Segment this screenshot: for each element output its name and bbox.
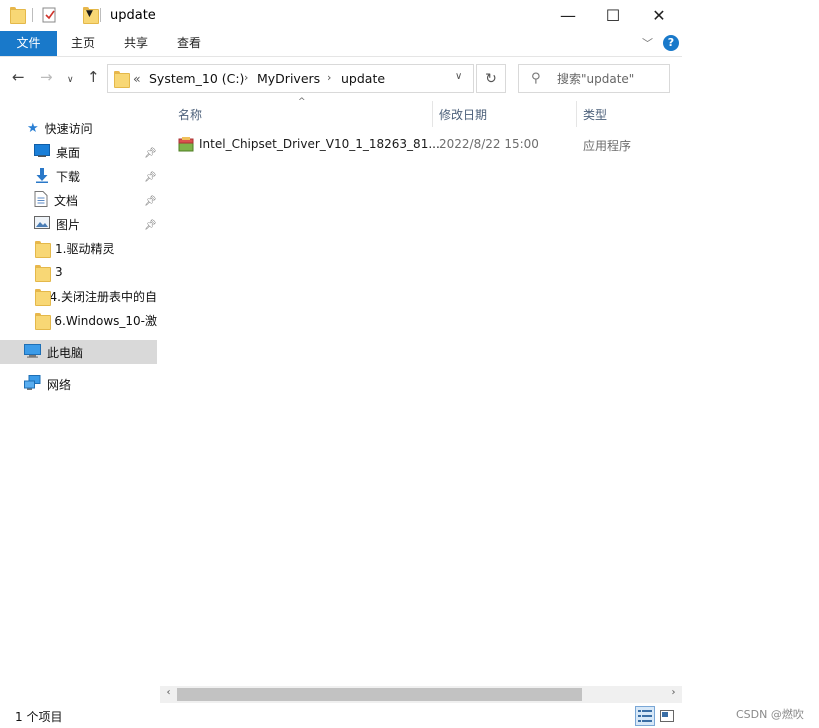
navigation-bar: ← → ∨ ↑ « System_10 (C:) › MyDrivers › u…	[0, 57, 682, 99]
up-arrow-icon[interactable]: ↑	[87, 69, 100, 85]
large-icons-view-icon[interactable]	[657, 706, 677, 726]
computer-icon	[24, 343, 41, 361]
tab-view[interactable]: 查看	[164, 31, 214, 56]
help-icon[interactable]: ?	[663, 35, 679, 51]
recent-locations-icon[interactable]: ∨	[67, 72, 74, 88]
sidebar-item-network[interactable]: 网络	[0, 372, 157, 396]
horizontal-scrollbar[interactable]: ‹ ›	[160, 686, 682, 703]
sidebar-item-desktop[interactable]: 桌面	[0, 140, 157, 164]
breadcrumb-drive[interactable]: System_10 (C:)	[149, 71, 244, 86]
qat-divider	[100, 8, 101, 22]
maximize-button[interactable]: ☐	[590, 0, 636, 31]
address-bar[interactable]: « System_10 (C:) › MyDrivers › update ∨	[107, 64, 474, 93]
watermark: CSDN @燃吹	[736, 708, 804, 721]
breadcrumb-chevron-icon[interactable]: ›	[244, 71, 248, 84]
close-button[interactable]: ✕	[636, 0, 682, 31]
file-date: 2022/8/22 15:00	[439, 137, 539, 151]
breadcrumb-overflow[interactable]: «	[133, 71, 141, 86]
column-header-name[interactable]: 名称	[178, 105, 202, 131]
sidebar-item-label: 4.关闭注册表中的自	[49, 289, 157, 304]
status-bar: 1 个项目	[0, 703, 682, 728]
sidebar-item-label: 网络	[47, 377, 72, 392]
search-box[interactable]: ⚲	[518, 64, 670, 93]
ribbon-tabs: 文件 主页 共享 查看 ﹀ ?	[0, 31, 682, 57]
folder-icon	[114, 71, 130, 88]
qat-dropdown-icon[interactable]: ▼	[86, 9, 93, 27]
download-icon	[34, 167, 50, 186]
sidebar-item-label: 3	[55, 265, 63, 279]
sidebar-item-label: 下载	[56, 169, 81, 184]
scrollbar-thumb[interactable]	[177, 688, 582, 701]
search-input[interactable]	[557, 70, 665, 88]
scroll-right-icon[interactable]: ›	[665, 687, 682, 698]
sidebar-item-downloads[interactable]: 下载	[0, 164, 157, 188]
column-header-date[interactable]: 修改日期	[439, 105, 487, 131]
item-count: 1 个项目	[15, 710, 63, 724]
qat-divider	[32, 8, 33, 22]
folder-icon	[35, 312, 52, 330]
star-icon: ★	[27, 120, 39, 136]
folder-icon	[10, 7, 26, 24]
sidebar-item-quick-access[interactable]: ★ 快速访问	[0, 116, 157, 140]
back-arrow-icon[interactable]: ←	[12, 69, 25, 85]
file-row[interactable]: Intel_Chipset_Driver_V10_1_18263_81... 2…	[160, 132, 682, 156]
sidebar-item-folder[interactable]: 1.驱动精灵	[0, 236, 157, 260]
window-title: update	[110, 8, 156, 23]
sidebar-item-label: 快速访问	[44, 121, 93, 136]
pin-icon[interactable]: 📌︎	[144, 220, 157, 231]
sidebar-item-this-pc[interactable]: 此电脑	[0, 340, 157, 364]
sidebar-item-documents[interactable]: 文档	[0, 188, 157, 212]
file-type: 应用程序	[583, 139, 632, 153]
sidebar-item-label: 图片	[56, 217, 81, 232]
tab-share[interactable]: 共享	[110, 31, 162, 56]
tab-home[interactable]: 主页	[58, 31, 108, 56]
pin-icon[interactable]: 📌︎	[144, 196, 157, 207]
title-bar: ▼ update — ☐ ✕	[0, 0, 682, 31]
sidebar-item-label: 文档	[54, 193, 79, 208]
forward-arrow-icon[interactable]: →	[40, 69, 53, 85]
tab-file[interactable]: 文件	[0, 31, 57, 56]
search-icon: ⚲	[531, 71, 541, 86]
sidebar-item-folder[interactable]: 6.Windows_10-激	[0, 308, 157, 332]
column-divider[interactable]	[576, 101, 577, 127]
minimize-button[interactable]: —	[545, 0, 591, 31]
column-header-type[interactable]: 类型	[583, 105, 607, 131]
document-icon	[34, 190, 48, 210]
folder-icon	[35, 264, 51, 282]
column-divider[interactable]	[432, 101, 433, 127]
file-name: Intel_Chipset_Driver_V10_1_18263_81...	[199, 137, 440, 151]
folder-icon	[35, 240, 51, 258]
sidebar-item-folder[interactable]: 3	[0, 260, 157, 284]
navigation-pane: ★ 快速访问 桌面 📌︎ 下载 📌︎ 文档 📌︎ 图片 📌︎ 1.驱动精灵 3	[0, 99, 158, 685]
folder-icon	[35, 288, 51, 306]
properties-icon[interactable]	[42, 7, 57, 25]
installer-icon	[178, 136, 194, 155]
sidebar-item-label: 1.驱动精灵	[55, 241, 115, 256]
address-dropdown-icon[interactable]: ∨	[455, 71, 462, 82]
scroll-left-icon[interactable]: ‹	[160, 687, 177, 698]
sidebar-item-pictures[interactable]: 图片	[0, 212, 157, 236]
breadcrumb-chevron-icon[interactable]: ›	[327, 71, 331, 84]
refresh-icon: ↻	[485, 70, 497, 87]
sidebar-item-label: 桌面	[56, 145, 81, 160]
network-icon	[24, 374, 41, 394]
sidebar-item-label: 此电脑	[47, 345, 84, 360]
refresh-button[interactable]: ↻	[476, 64, 506, 93]
pin-icon[interactable]: 📌︎	[144, 148, 157, 159]
details-view-icon[interactable]	[635, 706, 655, 726]
desktop-icon	[34, 144, 50, 160]
breadcrumb-update[interactable]: update	[341, 71, 385, 86]
sidebar-item-folder[interactable]: 4.关闭注册表中的自	[0, 284, 157, 308]
column-header-label: 名称	[178, 108, 203, 122]
file-list: 名称 ^ 修改日期 类型 Intel_Chipset_Driver_V10_1_…	[160, 97, 682, 685]
sidebar-item-label: 6.Windows_10-激	[54, 313, 157, 328]
breadcrumb-mydrivers[interactable]: MyDrivers	[257, 71, 320, 86]
chevron-down-icon[interactable]: ﹀	[642, 35, 653, 51]
pin-icon[interactable]: 📌︎	[144, 172, 157, 183]
picture-icon	[34, 216, 50, 232]
sort-ascending-icon: ^	[298, 97, 306, 107]
